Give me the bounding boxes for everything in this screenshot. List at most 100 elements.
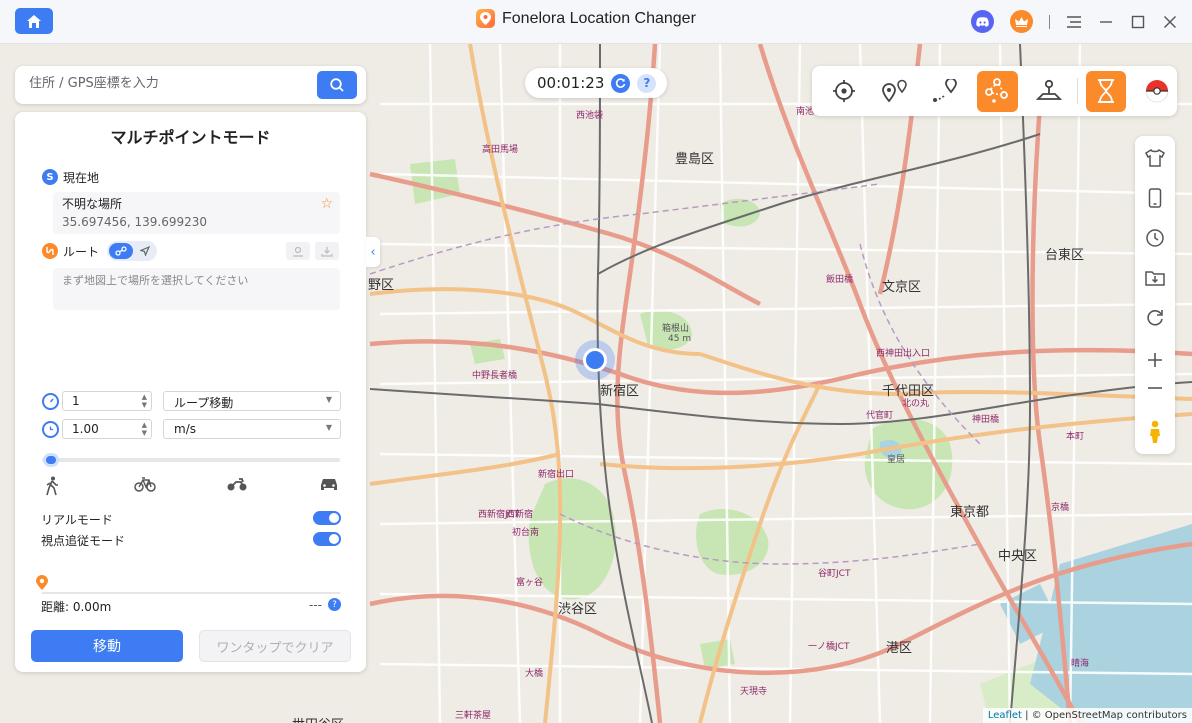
view-follow-switch[interactable] — [313, 532, 341, 546]
joystick-mode-button[interactable] — [1029, 71, 1069, 112]
help-icon[interactable]: ? — [328, 598, 341, 611]
favorite-star-icon[interactable]: ☆ — [320, 196, 333, 212]
map-label-nishikanda: 西神田出入口 — [876, 349, 931, 359]
home-icon — [27, 14, 41, 28]
mode-toolbar — [812, 66, 1177, 116]
search-input[interactable] — [29, 76, 309, 91]
map-label-daikancho: 代官町 — [866, 411, 894, 421]
multipoint-mode-button[interactable] — [977, 70, 1018, 112]
speed-unit-select[interactable]: m/s ▼ — [163, 419, 341, 439]
export-route-icon[interactable] — [315, 242, 339, 260]
search-button[interactable] — [317, 71, 357, 99]
address-search-bar — [15, 66, 366, 104]
crown-icon[interactable] — [1010, 10, 1033, 33]
real-mode-switch[interactable] — [313, 511, 341, 525]
clear-all-button[interactable]: ワンタップでクリア — [199, 630, 351, 662]
map-label-nakano: 野区 — [368, 278, 395, 293]
map-label-nishi-shinjuku-jct: 西新宿JCT — [478, 510, 520, 520]
speed-slider-thumb[interactable] — [43, 453, 59, 467]
loop-count-value: 1 — [72, 394, 80, 408]
zoom-in-icon[interactable] — [1143, 348, 1167, 372]
two-point-mode-button[interactable] — [875, 71, 915, 112]
route-progress-track — [42, 592, 340, 594]
stepper-arrows-icon[interactable]: ▲ ▼ — [142, 393, 147, 409]
zoom-out-icon[interactable] — [1143, 376, 1167, 400]
map-label-kokyo: 皇居 — [887, 455, 906, 465]
loop-mode-select[interactable]: ループ移動 ▼ — [163, 391, 341, 411]
map-label-takadanobaba: 高田馬場 — [482, 145, 519, 155]
map-label-ohashi: 大橋 — [525, 669, 544, 679]
speed-value: 1.00 — [72, 422, 99, 436]
history-icon[interactable] — [1143, 226, 1167, 250]
app-logo-icon — [476, 9, 495, 28]
map-label-kitanomaru: 北の丸 — [902, 399, 930, 409]
map-label-tokyo: 東京都 — [950, 505, 990, 520]
speed-slider-track[interactable] — [42, 458, 340, 462]
map-label-setagaya: 世田谷区 — [292, 714, 344, 723]
map-label-toshima: 豊島区 — [675, 152, 715, 167]
stepper-arrows-icon[interactable]: ▲ ▼ — [142, 421, 147, 437]
save-route-icon[interactable] — [286, 242, 310, 260]
loop-count-stepper[interactable]: 1 ▲ ▼ — [62, 391, 152, 411]
shirt-icon[interactable] — [1143, 146, 1167, 170]
refresh-icon[interactable] — [611, 73, 631, 93]
real-mode-label: リアルモード — [41, 513, 113, 527]
mode-toolbar-divider — [1076, 78, 1078, 104]
close-icon[interactable] — [1162, 14, 1178, 30]
teleport-mode-button[interactable] — [824, 71, 864, 112]
cooldown-timer-button[interactable] — [1085, 70, 1126, 112]
leaflet-link[interactable]: Leaflet — [988, 710, 1022, 721]
current-location-dot — [583, 348, 607, 372]
import-file-icon[interactable] — [1143, 266, 1167, 290]
walk-icon[interactable] — [45, 476, 59, 500]
pegman-icon[interactable] — [1143, 420, 1167, 444]
map-label-nishi-ikebukuro: 西池袋 — [576, 111, 604, 121]
pokeball-button[interactable] — [1137, 71, 1177, 112]
link-icon — [115, 246, 127, 256]
right-toolbar — [1135, 136, 1175, 454]
location-name: 不明な場所 — [62, 197, 123, 211]
loop-mode-value: ループ移動 — [174, 396, 234, 410]
chevron-down-icon: ▼ — [325, 395, 332, 404]
timer-help-icon[interactable]: ? — [637, 73, 657, 93]
menu-icon[interactable] — [1066, 14, 1082, 30]
map-label-kyobashi: 京橋 — [1051, 503, 1070, 513]
car-icon[interactable] — [319, 476, 339, 496]
current-location-marker[interactable] — [575, 340, 615, 380]
route-pins-icon — [933, 79, 958, 102]
start-badge: S — [42, 169, 58, 185]
map-label-iidabashi: 飯田橋 — [826, 275, 854, 285]
map-label-hatsudai: 初台南 — [512, 528, 540, 538]
map-label-taito: 台東区 — [1045, 248, 1085, 263]
motorcycle-icon[interactable] — [226, 476, 248, 496]
move-button[interactable]: 移動 — [31, 630, 183, 662]
home-button[interactable] — [15, 8, 53, 34]
reset-icon[interactable] — [1143, 306, 1167, 330]
pokeball-icon — [1145, 80, 1169, 103]
device-icon[interactable] — [1143, 186, 1167, 210]
navigate-route-option[interactable] — [137, 243, 153, 259]
location-coordinates: 35.697456, 139.699230 — [62, 215, 208, 229]
map-label-chuo: 中央区 — [998, 549, 1038, 564]
discord-icon[interactable] — [971, 10, 994, 33]
joystick-icon — [1035, 79, 1062, 100]
elapsed-timer: 00:01:23 ? — [525, 68, 667, 98]
map-label-elevation: 45 m — [668, 334, 692, 344]
crosshair-icon — [833, 80, 856, 102]
map-label-harumi: 晴海 — [1071, 659, 1090, 669]
two-pins-icon — [882, 79, 908, 103]
multi-stop-route-button[interactable] — [926, 71, 966, 112]
speed-stepper[interactable]: 1.00 ▲ ▼ — [62, 419, 152, 439]
map-label-nakano-chojabashi: 中野長者橋 — [472, 371, 518, 381]
map-label-tengenji: 天現寺 — [740, 687, 768, 697]
loop-route-option[interactable] — [109, 243, 133, 259]
collapse-panel-icon[interactable]: ‹ — [366, 237, 380, 267]
map-label-honcho: 本町 — [1066, 432, 1085, 442]
maximize-icon[interactable] — [1130, 14, 1146, 30]
minimize-icon[interactable] — [1098, 14, 1114, 30]
panel-title: マルチポイントモード — [110, 128, 271, 147]
timer-value: 00:01:23 — [537, 74, 605, 92]
bicycle-icon[interactable] — [134, 476, 156, 496]
chevron-down-icon: ▼ — [325, 423, 332, 432]
map-label-ichinohashi-jct: 一ノ橋JCT — [808, 642, 850, 652]
